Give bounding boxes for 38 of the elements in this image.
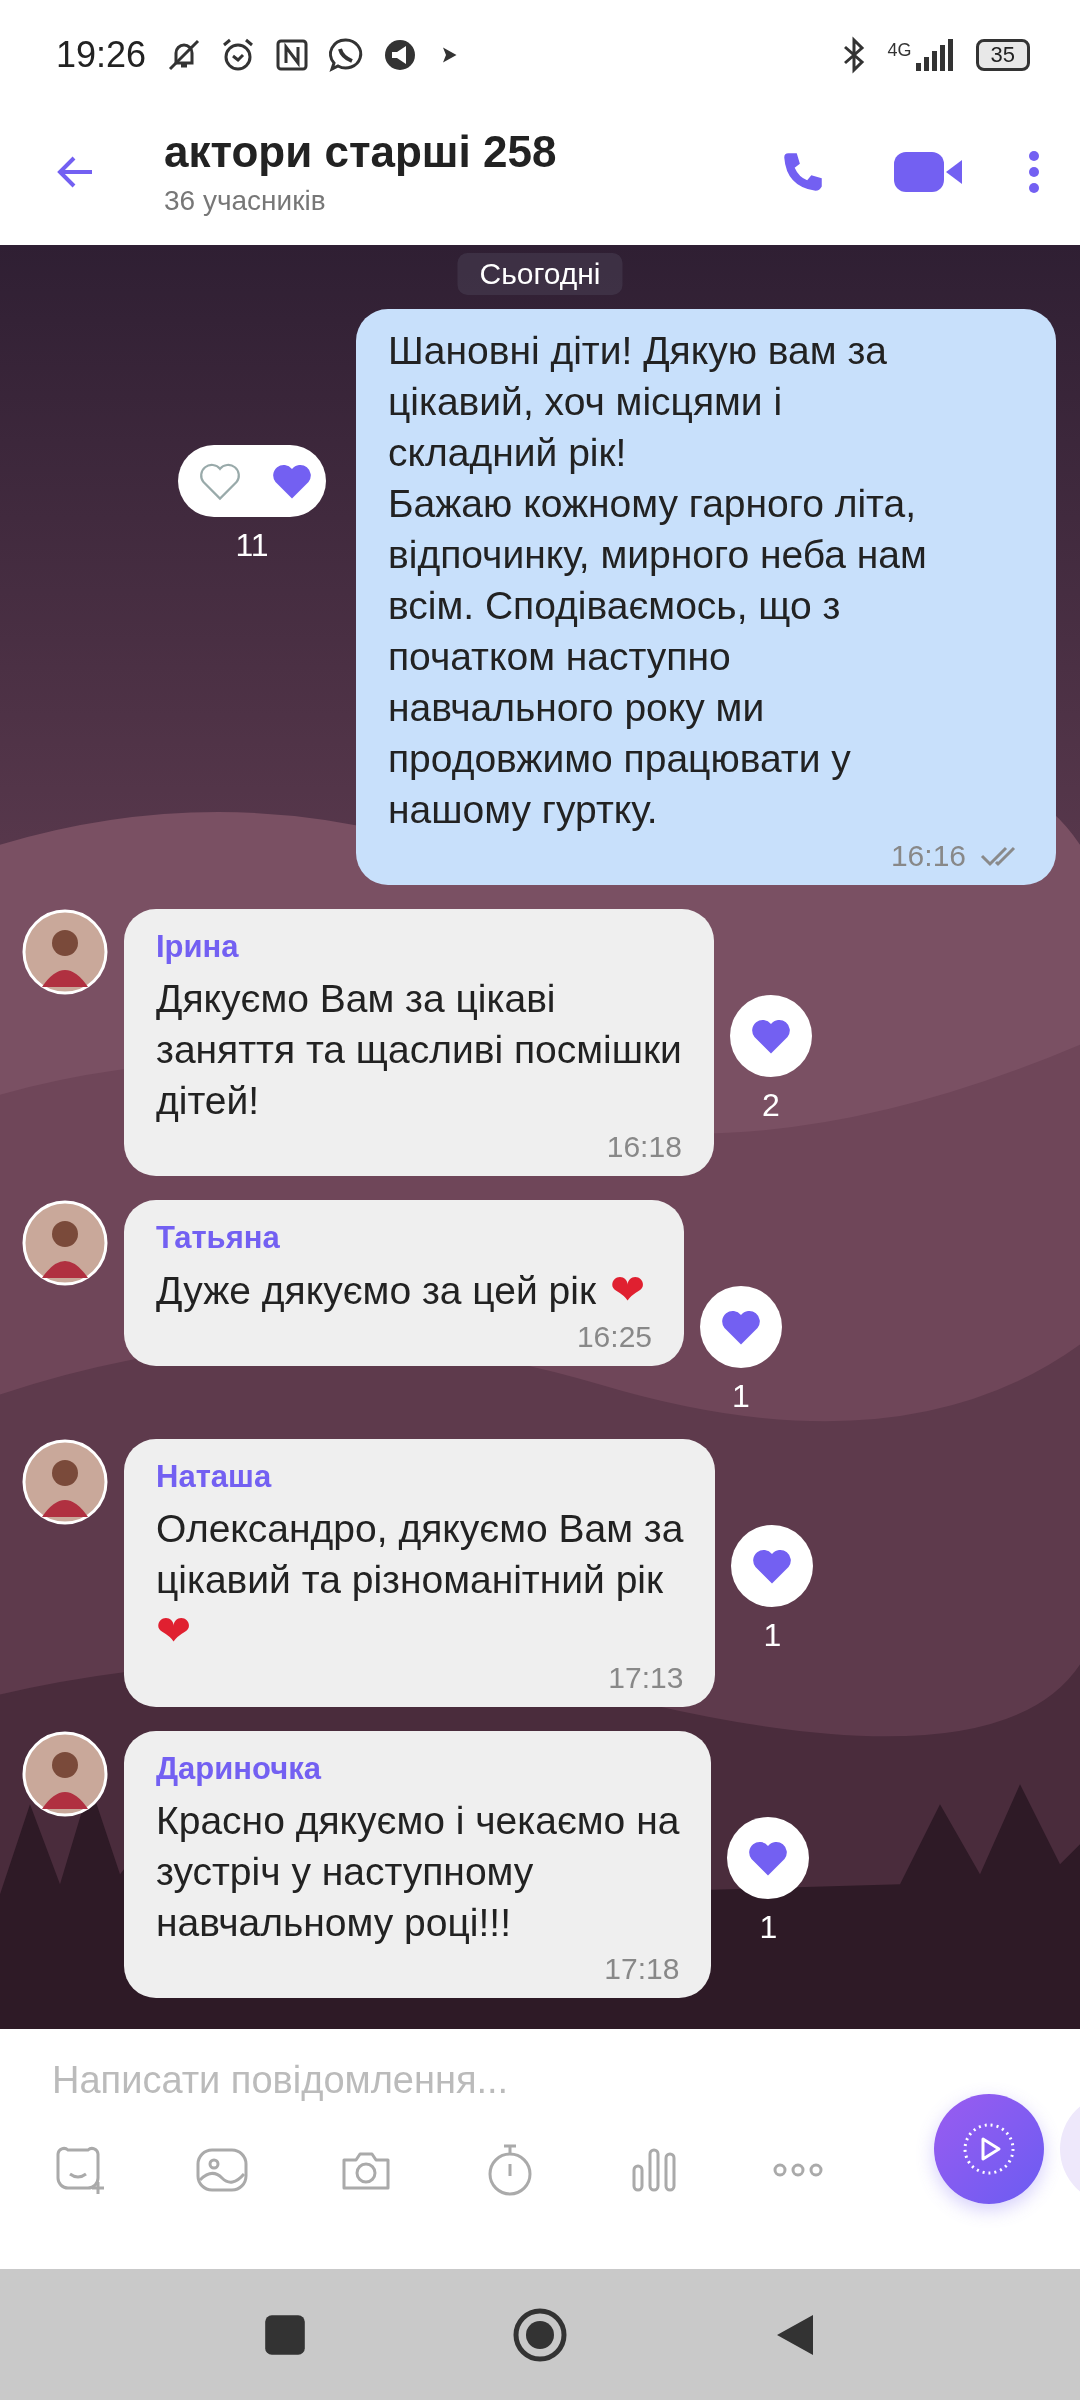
- avatar[interactable]: [22, 1730, 108, 1817]
- reaction-count: 1: [759, 1908, 778, 1946]
- message-bubble[interactable]: Татьяна Дуже дякуємо за цей рік ❤ 16:25: [124, 1199, 684, 1366]
- reaction-count: 1: [763, 1616, 782, 1654]
- recent-apps-icon[interactable]: [263, 2312, 307, 2357]
- message-bubble[interactable]: Наташа Олександро, дякуємо Вам за цікавий та різноманітний рік ❤ 17:13: [124, 1438, 716, 1707]
- message-input[interactable]: Написати повідомлення...: [52, 2049, 852, 2113]
- chat-title: актори старші 258: [164, 127, 558, 178]
- date-label: Сьогодні: [457, 252, 623, 295]
- battery-indicator: 35: [975, 39, 1030, 71]
- video-message-button[interactable]: [934, 2094, 1044, 2205]
- message-text: Красно дякуємо і чекаємо на зустріч у наступному навчальному році!!!: [156, 1797, 680, 1946]
- sender-name: Дариночка: [156, 1750, 323, 1787]
- message-time: 16:18: [606, 1129, 682, 1164]
- status-time: 19:26: [56, 34, 147, 76]
- home-icon[interactable]: [512, 2306, 568, 2363]
- sender-name: Ірина: [156, 928, 240, 965]
- message-time: 16:16: [890, 838, 966, 873]
- message-text: Шановні діти! Дякую вам за цікавий, хоч місцями і складний рік! Бажаю кожному гарного літа, відпочинку, мирного неба нам всім. Сподіваємось, що з початком наступно навчального року ми продовжимо працювати у нашому гуртку.: [388, 327, 928, 833]
- message-text: Дуже дякуємо за цей рік ❤: [156, 1264, 647, 1315]
- message-text: Дякуємо Вам за цікаві заняття та щасливі посмішки дітей!: [156, 975, 682, 1124]
- reaction-count: 11: [235, 526, 269, 564]
- message-time: 17:18: [604, 1951, 680, 1986]
- message-time: 16:25: [576, 1319, 652, 1354]
- sender-name: Татьяна: [156, 1219, 281, 1256]
- message-time: 17:13: [608, 1660, 684, 1695]
- sender-name: Наташа: [156, 1458, 273, 1495]
- message-bubble[interactable]: Ірина Дякуємо Вам за цікаві заняття та щасливі посмішки дітей! 16:18: [124, 908, 714, 1176]
- message-text: Олександро, дякуємо Вам за цікавий та різноманітний рік ❤: [156, 1505, 684, 1656]
- message-bubble[interactable]: Дариночка Красно дякуємо і чекаємо на зустріч у наступному навчальному році!!! 17:18: [124, 1730, 712, 1998]
- avatar[interactable]: [22, 1438, 108, 1525]
- sent-message-bubble[interactable]: [356, 308, 1056, 885]
- member-count: 36 учасників: [164, 185, 327, 218]
- avatar[interactable]: [22, 1199, 108, 1286]
- network-label: 4G: [887, 40, 912, 61]
- reaction-count: 2: [761, 1086, 780, 1124]
- reaction-count: 1: [732, 1377, 750, 1415]
- avatar[interactable]: [22, 908, 108, 995]
